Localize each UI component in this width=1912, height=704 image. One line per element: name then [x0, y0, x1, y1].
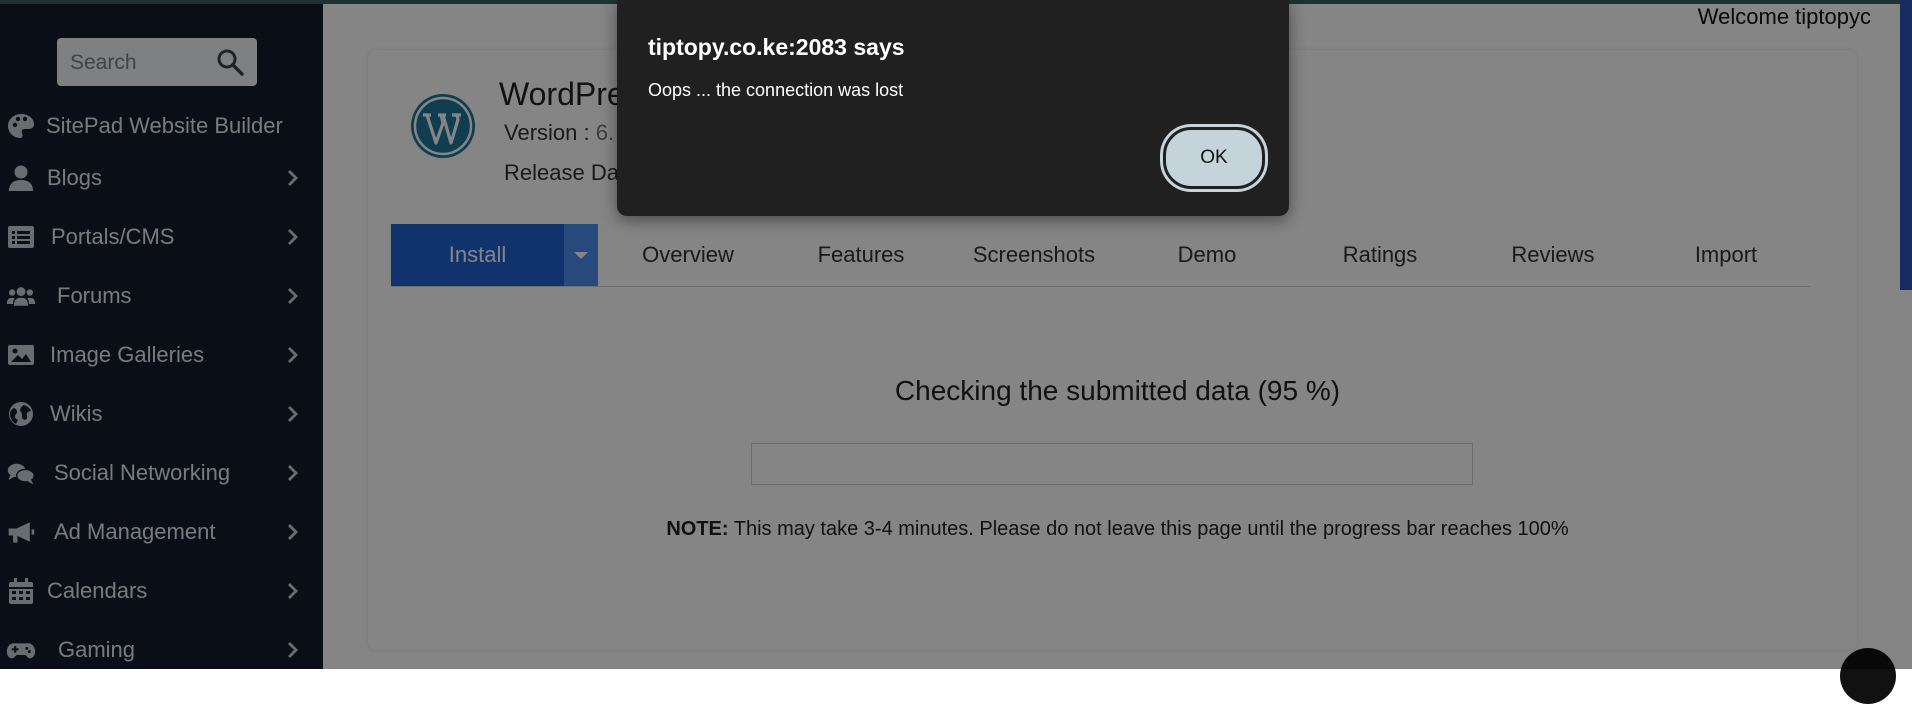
ok-button[interactable]: OK: [1163, 127, 1265, 189]
alert-dialog: tiptopy.co.ke:2083 says Oops ... the con…: [617, 0, 1289, 216]
app-window: Search SitePad Website Builder Blogs Por…: [0, 0, 1912, 704]
dialog-title: tiptopy.co.ke:2083 says: [648, 34, 905, 60]
dialog-message: Oops ... the connection was lost: [648, 80, 904, 100]
